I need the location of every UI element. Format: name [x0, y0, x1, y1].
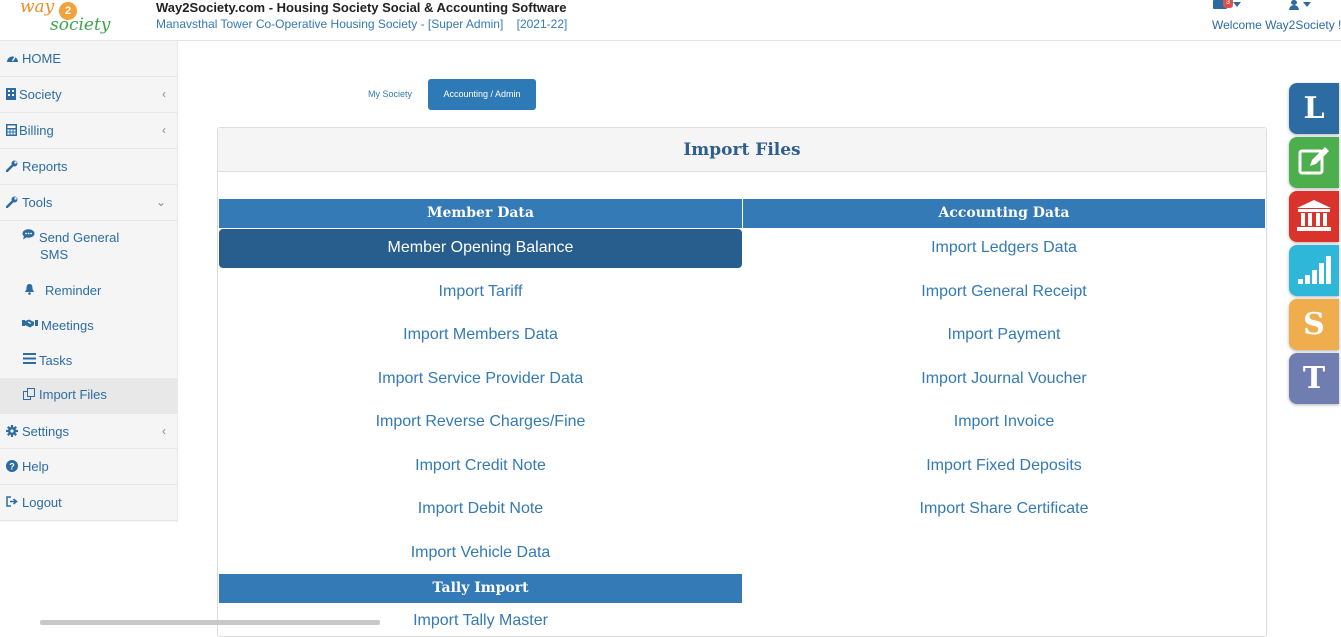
sidebar-subitem-label-line2: SMS: [40, 247, 69, 262]
chevron-down-icon[interactable]: [1303, 2, 1311, 7]
quick-button-signal[interactable]: [1289, 245, 1339, 296]
sidebar: HOME Society ‹ Billing ‹ Reports Tools ⌄…: [0, 41, 178, 522]
app-title: Way2Society.com - Housing Society Social…: [156, 0, 567, 15]
link-import-general-receipt[interactable]: Import General Receipt: [743, 283, 1265, 301]
link-import-ledgers-data[interactable]: Import Ledgers Data: [743, 239, 1265, 257]
mail-count-badge: 3: [1223, 0, 1233, 8]
sidebar-item-label: Reports: [22, 159, 68, 174]
sidebar-subitem-label: Meetings: [41, 318, 94, 333]
quick-button-edit[interactable]: [1289, 137, 1339, 188]
tab-my-society[interactable]: My Society: [356, 79, 424, 110]
sidebar-item-label: Billing: [19, 123, 54, 138]
member-data-header: Member Data: [219, 199, 742, 228]
society-name: Manavsthal Tower Co-Operative Housing So…: [156, 17, 504, 31]
sidebar-item-reports[interactable]: Reports: [0, 149, 178, 185]
sidebar-subitem-label: Tasks: [39, 353, 73, 368]
quick-button-t[interactable]: T: [1289, 353, 1339, 404]
sidebar-item-label: Tools: [22, 195, 53, 210]
bank-icon: [1296, 200, 1332, 241]
gear-icon: [6, 425, 18, 437]
wrench-icon: [5, 196, 18, 209]
sidebar-subitem-tasks[interactable]: Tasks: [0, 347, 178, 377]
sidebar-item-billing[interactable]: Billing ‹: [0, 113, 178, 149]
link-member-opening-balance[interactable]: Member Opening Balance: [219, 229, 742, 268]
link-import-tariff[interactable]: Import Tariff: [219, 283, 742, 301]
link-import-share-certificate[interactable]: Import Share Certificate: [743, 500, 1265, 518]
link-import-credit-note[interactable]: Import Credit Note: [219, 457, 742, 475]
sidebar-item-home[interactable]: HOME: [0, 41, 178, 77]
app-logo[interactable]: way 2 society: [20, 0, 125, 40]
tally-import-header: Tally Import: [219, 574, 742, 603]
building-icon: [6, 88, 18, 100]
calculator-icon: [6, 124, 18, 136]
sidebar-item-label: Logout: [22, 495, 62, 510]
sidebar-item-logout[interactable]: Logout: [0, 485, 178, 521]
chevron-left-icon: ‹: [162, 424, 166, 438]
handshake-icon: [22, 318, 38, 332]
signal-icon: [1297, 256, 1331, 293]
sidebar-subitem-label: Send General: [39, 230, 120, 245]
bell-icon: [24, 283, 35, 298]
chevron-down-icon[interactable]: [1233, 2, 1241, 7]
sidebar-item-label: Settings: [22, 424, 69, 439]
link-import-members-data[interactable]: Import Members Data: [219, 326, 742, 344]
quick-button-s[interactable]: S: [1289, 299, 1339, 350]
user-icon[interactable]: [1289, 0, 1299, 10]
welcome-text: Welcome Way2Society !: [1212, 18, 1341, 32]
sidebar-subitem-send-general-sms[interactable]: Send General SMS: [0, 221, 178, 277]
sidebar-item-settings[interactable]: Settings ‹: [0, 413, 178, 449]
sidebar-item-help[interactable]: ? Help: [0, 449, 178, 485]
chevron-left-icon: ‹: [162, 123, 166, 137]
dashboard-icon: [6, 52, 18, 64]
copy-icon: [23, 388, 36, 403]
link-import-payment[interactable]: Import Payment: [743, 326, 1265, 344]
sidebar-subitem-import-files[interactable]: Import Files: [0, 378, 178, 414]
horizontal-scrollbar[interactable]: [40, 620, 380, 625]
link-import-fixed-deposits[interactable]: Import Fixed Deposits: [743, 457, 1265, 475]
sidebar-subitem-label: Import Files: [39, 387, 107, 402]
sidebar-item-society[interactable]: Society ‹: [0, 77, 178, 113]
link-import-journal-voucher[interactable]: Import Journal Voucher: [743, 370, 1265, 388]
sidebar-item-label: HOME: [22, 51, 61, 66]
tab-accounting-admin[interactable]: Accounting / Admin: [428, 79, 536, 110]
financial-year: [2021-22]: [516, 17, 568, 31]
page-title: Import Files: [683, 140, 801, 160]
link-import-vehicle-data[interactable]: Import Vehicle Data: [219, 544, 742, 562]
link-import-reverse-charges-fine[interactable]: Import Reverse Charges/Fine: [219, 413, 742, 431]
link-import-debit-note[interactable]: Import Debit Note: [219, 500, 742, 518]
quick-button-bank[interactable]: [1289, 191, 1339, 242]
chevron-left-icon: ‹: [162, 87, 166, 101]
list-icon: [23, 353, 36, 367]
wrench-icon: [5, 160, 18, 173]
society-info: Manavsthal Tower Co-Operative Housing So…: [156, 17, 577, 31]
sidebar-subitem-reminder[interactable]: Reminder: [0, 277, 178, 307]
chevron-down-icon: ⌄: [155, 195, 166, 209]
edit-icon: [1297, 147, 1331, 187]
link-import-service-provider-data[interactable]: Import Service Provider Data: [219, 370, 742, 388]
logo-text-bottom: society: [50, 15, 111, 35]
svg-text:?: ?: [9, 462, 15, 472]
panel-header: Import Files: [218, 128, 1266, 172]
link-import-invoice[interactable]: Import Invoice: [743, 413, 1265, 431]
sidebar-item-label: Society: [19, 87, 62, 102]
top-bar: way 2 society Way2Society.com - Housing …: [0, 0, 1341, 41]
quick-button-l[interactable]: L: [1289, 83, 1339, 134]
sidebar-item-label: Help: [22, 459, 49, 474]
sign-out-icon: [6, 496, 18, 508]
question-icon: ?: [6, 460, 18, 472]
sidebar-subitem-meetings[interactable]: Meetings: [0, 312, 178, 342]
comment-icon: [22, 229, 35, 243]
accounting-data-header: Accounting Data: [743, 199, 1265, 228]
sidebar-subitem-label: Reminder: [45, 283, 102, 298]
sidebar-item-tools[interactable]: Tools ⌄: [0, 185, 178, 221]
